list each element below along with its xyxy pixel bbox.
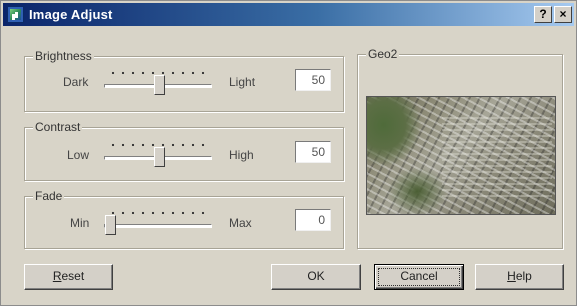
help-button[interactable]: Help [475,264,564,290]
brightness-legend: Brightness [33,49,94,63]
contrast-max-label: High [229,148,254,162]
window-title: Image Adjust [29,7,113,22]
fade-legend: Fade [33,189,65,203]
fade-max-label: Max [229,216,252,230]
focus-rectangle [378,268,460,286]
brightness-slider-thumb[interactable] [154,75,165,95]
fade-slider-track [104,224,212,228]
cancel-button[interactable]: Cancel [374,264,464,290]
reset-label: eset [61,269,85,283]
contrast-legend: Contrast [33,120,83,134]
help-mnemonic: H [507,269,516,283]
aerial-city-photo [366,96,556,215]
help-title-button[interactable]: ? [534,6,552,23]
fade-slider[interactable] [104,207,212,237]
brightness-value-field[interactable]: 50 [295,69,331,91]
reset-button[interactable]: Reset [24,264,113,290]
image-adjust-dialog: Image Adjust ? × Brightness Dark Light 5… [0,0,577,306]
contrast-slider-thumb[interactable] [154,147,165,167]
preview-vegetation-patch [367,97,422,167]
brightness-max-label: Light [229,75,256,89]
contrast-slider[interactable] [104,139,212,169]
image-adjust-app-icon [7,6,24,23]
preview-legend: Geo2 [366,47,400,61]
contrast-min-label: Low [67,148,90,162]
fade-value-field[interactable]: 0 [295,209,331,231]
ok-label: OK [307,269,325,283]
title-bar[interactable]: Image Adjust ? × [3,3,574,26]
fade-min-label: Min [70,216,90,230]
contrast-value-field[interactable]: 50 [295,141,331,163]
brightness-min-label: Dark [63,75,89,89]
preview-buildings-pattern [442,117,552,197]
brightness-slider[interactable] [104,67,212,97]
close-button[interactable]: × [554,6,572,23]
help-label: elp [515,269,532,283]
fade-slider-thumb[interactable] [105,215,116,235]
fade-slider-ticks [108,211,208,215]
preview-vegetation-patch [387,167,447,214]
ok-button[interactable]: OK [271,264,361,290]
